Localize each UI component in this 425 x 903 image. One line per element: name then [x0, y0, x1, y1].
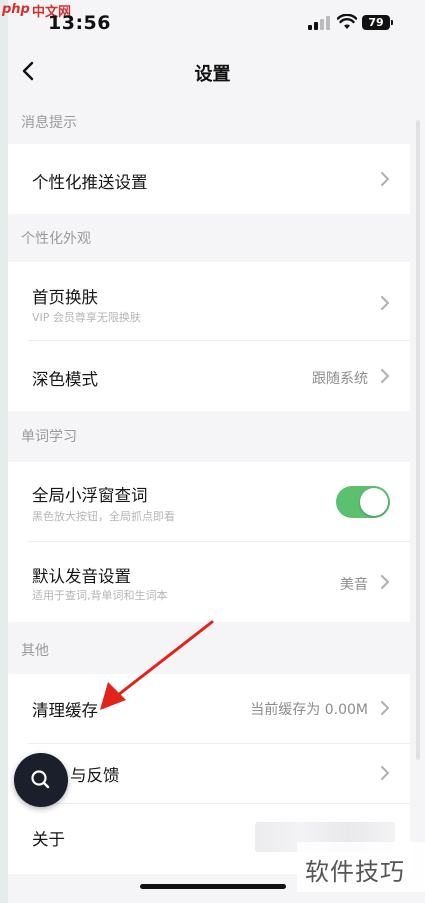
status-bar: php 中文网 13:56 79 — [0, 0, 425, 42]
page-title: 设置 — [194, 64, 231, 85]
background-edge — [0, 0, 8, 903]
clear-cache-row[interactable]: 清理缓存 当前缓存为 0.00M — [8, 674, 410, 744]
settings-screen: php 中文网 13:56 79 设置 消息提示 个性化推送设置 个性化外观 首… — [0, 0, 425, 903]
feedback-row[interactable]: 与反馈 — [8, 744, 410, 804]
dark-mode-value: 跟随系统 — [312, 371, 368, 387]
section-header-notifications: 消息提示 — [21, 115, 77, 131]
chevron-right-icon — [381, 575, 389, 589]
battery-icon: 79 — [362, 15, 393, 30]
skin-label: 首页换肤 — [32, 288, 98, 307]
chevron-right-icon — [381, 296, 389, 310]
pronunciation-subtitle: 适用于查词,背单词和生词本 — [32, 589, 168, 602]
feedback-label: 与反馈 — [70, 766, 120, 785]
watermark: 软件技巧 — [297, 842, 425, 892]
clear-cache-value: 当前缓存为 0.00M — [250, 702, 368, 718]
pronunciation-value: 美音 — [340, 577, 368, 593]
floating-lookup-row: 全局小浮窗查词 黑色放大按钮，全局抓点即看 — [8, 462, 410, 542]
toggle-knob — [360, 488, 388, 516]
about-label: 关于 — [32, 830, 65, 849]
chevron-right-icon — [381, 172, 389, 186]
wifi-icon — [337, 14, 357, 29]
push-settings-label: 个性化推送设置 — [32, 173, 148, 192]
pronunciation-row[interactable]: 默认发音设置 适用于查词,背单词和生词本 美音 — [8, 542, 410, 622]
floating-lookup-toggle[interactable] — [336, 486, 390, 518]
search-icon — [31, 770, 50, 789]
floating-lookup-subtitle: 黑色放大按钮，全局抓点即看 — [32, 510, 175, 523]
dark-mode-label: 深色模式 — [32, 370, 98, 389]
skin-subtitle: VIP 会员尊享无限换肤 — [32, 311, 141, 324]
floating-search-button[interactable] — [14, 753, 68, 807]
dark-mode-row[interactable]: 深色模式 跟随系统 — [8, 341, 410, 411]
status-time: 13:56 — [48, 12, 111, 34]
section-header-other: 其他 — [21, 643, 49, 659]
chevron-right-icon — [381, 369, 389, 383]
nav-bar: 设置 — [0, 46, 425, 96]
site-logo: php — [2, 2, 30, 17]
pronunciation-label: 默认发音设置 — [32, 567, 131, 586]
floating-lookup-label: 全局小浮窗查词 — [32, 486, 148, 505]
clear-cache-label: 清理缓存 — [32, 701, 98, 720]
section-header-word-learning: 单词学习 — [21, 429, 77, 445]
section-header-appearance: 个性化外观 — [21, 231, 91, 247]
chevron-right-icon — [381, 701, 389, 715]
chevron-right-icon — [381, 766, 389, 780]
skin-row[interactable]: 首页换肤 VIP 会员尊享无限换肤 — [8, 262, 410, 341]
push-settings-row[interactable]: 个性化推送设置 — [8, 144, 410, 214]
watermark-text: 软件技巧 — [305, 858, 405, 886]
cellular-signal-icon — [308, 16, 330, 30]
scrollbar[interactable] — [416, 120, 420, 760]
home-indicator[interactable] — [140, 884, 286, 889]
